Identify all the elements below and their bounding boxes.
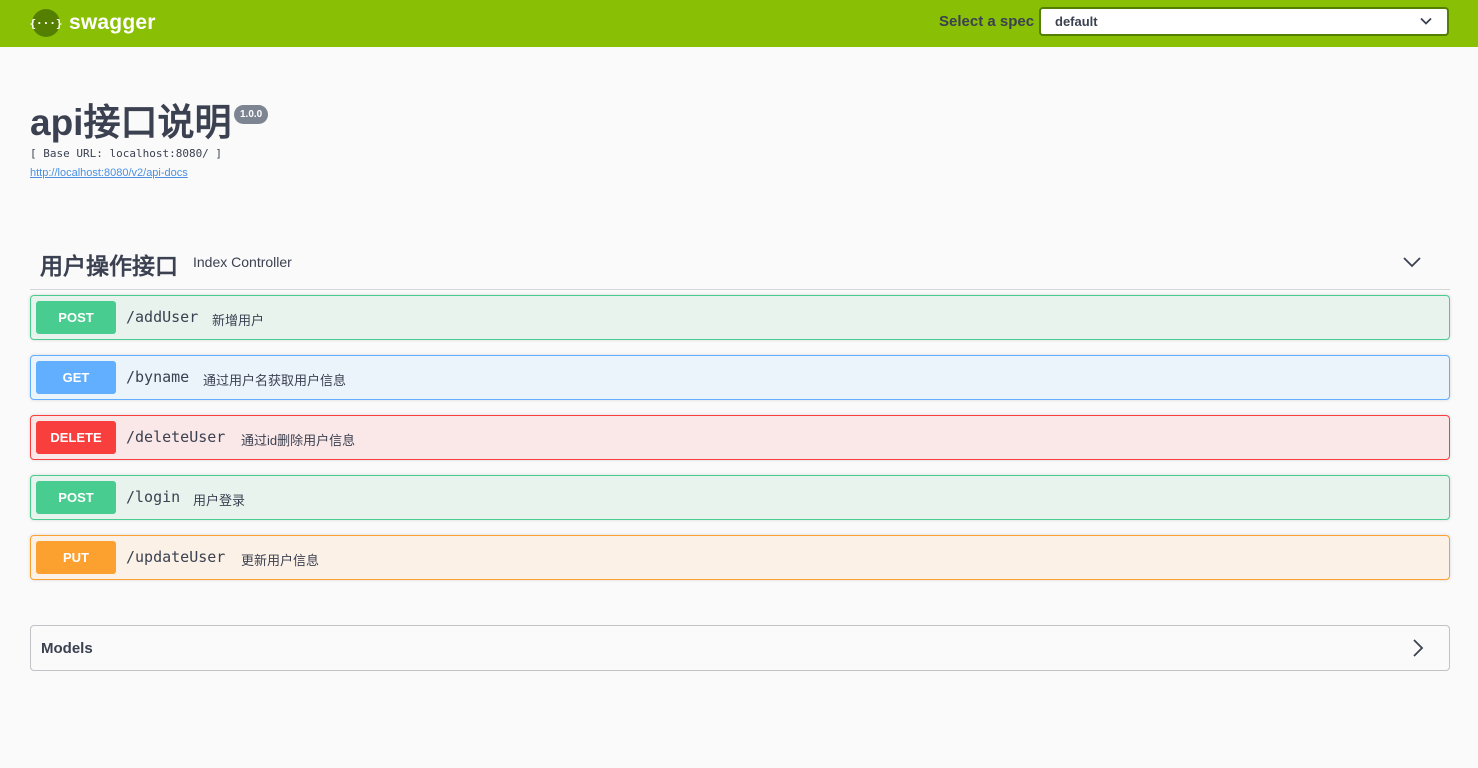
swagger-logo-icon: {···} — [29, 9, 63, 37]
chevron-down-icon — [1420, 17, 1432, 25]
tag-name: 用户操作接口 — [40, 253, 178, 279]
operation-summary: 用户登录 — [193, 493, 246, 508]
operation-path: /login — [126, 488, 181, 506]
api-docs-link[interactable]: http://localhost:8080/v2/api-docs — [30, 167, 188, 179]
models-section[interactable]: Models — [30, 625, 1450, 671]
operation-summary: 新增用户 — [212, 313, 265, 328]
spec-select[interactable]: default — [1039, 7, 1449, 36]
operation-post-login[interactable]: POST /login 用户登录 — [30, 475, 1450, 520]
operation-path: /byname — [126, 368, 190, 386]
method-badge: GET — [36, 361, 116, 394]
operation-summary: 通过用户名获取用户信息 — [203, 373, 347, 388]
tag-header-user-ops[interactable]: 用户操作接口 Index Controller — [30, 240, 1450, 290]
spec-selected-value: default — [1055, 14, 1098, 29]
method-badge: POST — [36, 481, 116, 514]
operation-put-updateuser[interactable]: PUT /updateUser 更新用户信息 — [30, 535, 1450, 580]
operation-path: /updateUser — [126, 548, 226, 566]
logo-text: swagger — [69, 11, 156, 34]
api-title: api接口说明 — [30, 102, 232, 143]
base-url: [ Base URL: localhost:8080/ ] — [30, 147, 223, 160]
chevron-down-icon[interactable] — [1402, 252, 1422, 272]
tag-description: Index Controller — [193, 254, 292, 270]
operation-path: /deleteUser — [126, 428, 226, 446]
spec-label: Select a spec — [939, 13, 1035, 30]
method-badge: POST — [36, 301, 116, 334]
operation-get-byname[interactable]: GET /byname 通过用户名获取用户信息 — [30, 355, 1450, 400]
operation-post-adduser[interactable]: POST /addUser 新增用户 — [30, 295, 1450, 340]
method-badge: DELETE — [36, 421, 116, 454]
version-badge: 1.0.0 — [234, 105, 269, 124]
chevron-right-icon[interactable] — [1411, 638, 1425, 658]
topbar: {···} swagger Select a spec default — [0, 0, 1478, 47]
method-badge: PUT — [36, 541, 116, 574]
operation-summary: 更新用户信息 — [241, 553, 320, 568]
operation-summary: 通过id删除用户信息 — [241, 433, 356, 448]
models-title: Models — [41, 640, 93, 657]
swagger-logo[interactable]: {···} swagger — [29, 9, 156, 37]
operation-delete-deleteuser[interactable]: DELETE /deleteUser 通过id删除用户信息 — [30, 415, 1450, 460]
operation-path: /addUser — [126, 308, 199, 326]
